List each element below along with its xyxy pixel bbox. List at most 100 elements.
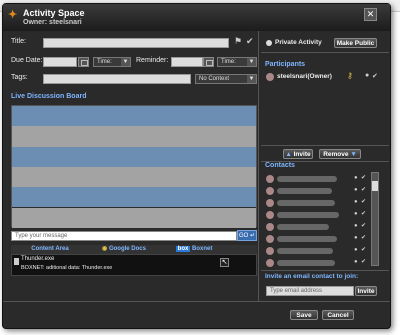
file-name[interactable]: Thunder.exe <box>21 256 54 262</box>
content-tabs: Content Area ◉ Google Docs box Boxnet <box>11 245 257 254</box>
make-public-button[interactable]: Make Public <box>334 38 377 48</box>
remove-label: Remove <box>323 151 349 158</box>
private-activity-radio[interactable] <box>266 40 272 46</box>
chevron-down-icon: ▼ <box>247 58 256 66</box>
calendar-icon[interactable] <box>203 57 214 67</box>
owner-key-icon: ⚷ <box>347 71 353 80</box>
avatar <box>266 223 274 231</box>
reminder-input[interactable] <box>171 57 203 67</box>
file-icon <box>14 258 19 265</box>
separator <box>261 145 389 146</box>
list-item[interactable]: ● ✔ <box>266 246 367 256</box>
tags-label: Tags: <box>11 74 28 81</box>
list-item[interactable]: ● ✔ <box>266 174 367 184</box>
title-label: Title: <box>11 38 26 45</box>
list-item[interactable]: ● ✔ <box>266 234 367 244</box>
chat-icon[interactable]: ● <box>354 211 360 218</box>
check-icon[interactable]: ✔ <box>361 223 367 230</box>
chat-icon[interactable]: ● <box>354 175 360 182</box>
participant-name: steelsnari(Owner) <box>277 73 332 80</box>
list-item[interactable]: ● ✔ <box>266 210 367 220</box>
chat-icon[interactable]: ● <box>354 259 360 266</box>
check-icon[interactable]: ✔ <box>361 199 367 206</box>
check-icon[interactable]: ✔ <box>372 72 378 80</box>
tab-google-docs[interactable]: ◉ Google Docs <box>89 245 159 254</box>
avatar <box>266 73 274 81</box>
private-activity-label: Private Activity <box>275 39 322 46</box>
check-icon[interactable]: ✔ <box>361 175 367 182</box>
chat-icon[interactable]: ● <box>354 247 360 254</box>
due-date-label: Due Date: <box>11 57 43 64</box>
reminder-label: Reminder: <box>136 57 169 64</box>
tab-content-area[interactable]: Content Area <box>11 245 89 254</box>
board-row <box>12 166 256 188</box>
flag-icon[interactable]: ⚑ <box>234 36 244 48</box>
list-item[interactable]: ● ✔ <box>266 198 367 208</box>
tab-google-docs-label: Google Docs <box>108 246 146 252</box>
avatar <box>266 259 274 267</box>
title-input[interactable] <box>43 38 229 48</box>
check-icon[interactable]: ✔ <box>361 247 367 254</box>
window-title: Activity Space <box>23 8 85 18</box>
save-button[interactable]: Save <box>290 310 318 320</box>
chat-icon[interactable]: ● <box>354 199 360 206</box>
chat-icon[interactable]: ● <box>354 223 360 230</box>
close-icon[interactable]: ✕ <box>364 8 377 21</box>
send-label: GO <box>238 233 249 239</box>
separator <box>261 270 389 271</box>
chat-icon[interactable]: ● <box>365 72 369 79</box>
cancel-button[interactable]: Cancel <box>322 310 354 320</box>
chat-icon[interactable]: ● <box>354 235 360 242</box>
due-time-select[interactable]: Time: ▼ <box>93 57 131 67</box>
invite-email-button[interactable]: Invite <box>355 286 377 296</box>
contacts-header: Contacts <box>265 162 295 169</box>
email-input[interactable]: Type email address <box>266 286 354 296</box>
chat-icon[interactable]: ● <box>354 187 360 194</box>
invite-email-header: Invite an email contact to join: <box>265 273 359 280</box>
check-icon[interactable]: ✔ <box>361 259 367 266</box>
avatar <box>266 175 274 183</box>
chevron-down-icon: ▼ <box>247 75 256 83</box>
contacts-scrollbar[interactable] <box>371 172 379 266</box>
time-label: Time: <box>97 59 112 65</box>
message-input[interactable]: Type your message <box>11 231 237 241</box>
contact-name-redacted <box>277 260 335 266</box>
check-icon[interactable]: ✔ <box>361 235 367 242</box>
avatar <box>266 187 274 195</box>
list-item[interactable]: ● ✔ <box>266 222 367 232</box>
tab-boxnet-label: Boxnet <box>192 246 213 252</box>
scrollbar-thumb[interactable] <box>372 181 378 191</box>
avatar <box>266 235 274 243</box>
check-icon[interactable]: ✔ <box>361 187 367 194</box>
list-item[interactable]: ● ✔ <box>266 186 367 196</box>
tags-input[interactable] <box>43 74 191 84</box>
time-label: Time: <box>221 59 236 65</box>
send-button[interactable]: GO ↵ <box>237 230 257 241</box>
participants-header: Participants <box>265 61 306 68</box>
check-icon[interactable]: ✔ <box>361 211 367 218</box>
panel-divider <box>258 31 259 301</box>
google-docs-icon: ◉ <box>102 246 108 252</box>
contact-name-redacted <box>277 248 333 254</box>
context-select[interactable]: No Context ▼ <box>195 74 257 84</box>
tab-boxnet[interactable]: box Boxnet <box>159 245 229 254</box>
app-logo-icon: ✦ <box>8 9 18 21</box>
invite-button[interactable]: ▲ Invite <box>283 149 313 159</box>
titlebar: ✦ Activity Space Owner: steelsnari ✕ <box>3 4 390 31</box>
calendar-icon[interactable] <box>78 57 89 67</box>
avatar <box>266 199 274 207</box>
contact-name-redacted <box>277 212 339 218</box>
reminder-time-select[interactable]: Time: ▼ <box>217 57 257 67</box>
pointer-icon[interactable]: ↖ <box>220 258 229 267</box>
content-area: Thunder.exe BOXNET: aditional data: Thun… <box>11 254 257 276</box>
file-meta: BOXNET: aditional data: Thunder.exe <box>21 265 113 271</box>
contact-name-redacted <box>277 224 329 230</box>
remove-button[interactable]: Remove ▼ <box>319 149 361 159</box>
contact-name-redacted <box>277 236 337 242</box>
separator <box>261 52 389 53</box>
down-arrow-icon: ▼ <box>350 151 357 158</box>
due-date-input[interactable] <box>43 57 77 67</box>
check-icon[interactable]: ✔ <box>246 36 256 48</box>
chevron-down-icon: ▼ <box>121 58 130 66</box>
list-item[interactable]: ● ✔ <box>266 258 367 268</box>
